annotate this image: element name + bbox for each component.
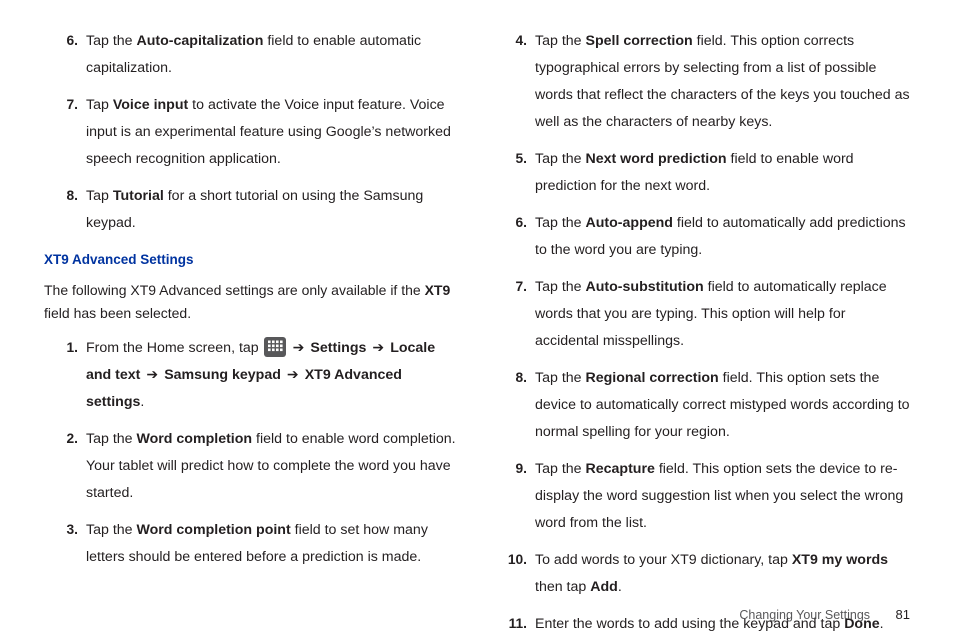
page-number: 81 [896,607,910,622]
right-column: 4. Tap the Spell correction field. This … [493,28,910,616]
term: Auto-capitalization [136,33,263,49]
term: Auto-substitution [585,279,703,295]
step-number: 4. [493,28,527,54]
list-item: 8. Tap Tutorial for a short tutorial on … [44,183,461,237]
term: Settings [310,340,366,356]
step-number: 10. [493,547,527,573]
steps-xt9: 1. From the Home screen, tap ➔ Settings … [44,335,461,571]
text: Tap the [86,522,136,538]
list-item: 9. Tap the Recapture field. This option … [493,456,910,537]
text: Tap [86,188,113,204]
list-item: 5. Tap the Next word prediction field to… [493,146,910,200]
term: Auto-append [585,215,672,231]
text: . [618,579,622,595]
step-number: 6. [493,210,527,236]
term: Add [590,579,618,595]
text: . [140,394,144,410]
text: Tap the [86,33,136,49]
term: XT9 [425,282,451,298]
left-column: 6. Tap the Auto-capitalization field to … [44,28,461,616]
text: The following XT9 Advanced settings are … [44,282,425,298]
step-number: 7. [44,92,78,118]
term: XT9 my words [792,552,888,568]
list-item: 4. Tap the Spell correction field. This … [493,28,910,136]
term: Voice input [113,97,188,113]
text: Tap the [535,279,585,295]
section-title: Changing Your Settings [739,608,870,622]
step-number: 7. [493,274,527,300]
term: Next word prediction [585,151,726,167]
page-footer: Changing Your Settings 81 [739,607,910,622]
list-item: 6. Tap the Auto-capitalization field to … [44,28,461,82]
step-number: 11. [493,611,527,637]
list-item: 6. Tap the Auto-append field to automati… [493,210,910,264]
step-number: 3. [44,517,78,543]
term: Word completion point [136,522,290,538]
step-number: 6. [44,28,78,54]
term: Samsung keypad [164,367,281,383]
arrow-icon: ➔ [293,335,305,362]
text: Tap the [535,215,585,231]
text: From the Home screen, tap [86,340,263,356]
list-item: 1. From the Home screen, tap ➔ Settings … [44,335,461,416]
list-item: 7. Tap Voice input to activate the Voice… [44,92,461,173]
term: Word completion [136,431,252,447]
text: Tap [86,97,113,113]
term: Spell correction [585,33,692,49]
text: Tap the [535,33,585,49]
steps-xt9-cont: 4. Tap the Spell correction field. This … [493,28,910,638]
text: Tap the [535,370,585,386]
step-number: 8. [44,183,78,209]
term: Tutorial [113,188,164,204]
text: Tap the [535,151,585,167]
text: To add words to your XT9 dictionary, tap [535,552,792,568]
term: Regional correction [585,370,718,386]
manual-page: 6. Tap the Auto-capitalization field to … [0,0,954,636]
text: Tap the [86,431,136,447]
steps-continued-a: 6. Tap the Auto-capitalization field to … [44,28,461,237]
arrow-icon: ➔ [146,362,158,389]
step-number: 1. [44,335,78,361]
arrow-icon: ➔ [372,335,384,362]
apps-icon [264,337,286,357]
text: then tap [535,579,590,595]
arrow-icon: ➔ [287,362,299,389]
step-number: 9. [493,456,527,482]
step-number: 8. [493,365,527,391]
list-item: 7. Tap the Auto-substitution field to au… [493,274,910,355]
intro-paragraph: The following XT9 Advanced settings are … [44,279,461,325]
term: Recapture [585,461,654,477]
list-item: 8. Tap the Regional correction field. Th… [493,365,910,446]
list-item: 3. Tap the Word completion point field t… [44,517,461,571]
subsection-heading: XT9 Advanced Settings [44,247,461,273]
step-number: 5. [493,146,527,172]
step-number: 2. [44,426,78,452]
list-item: 2. Tap the Word completion field to enab… [44,426,461,507]
text: field has been selected. [44,305,191,321]
text: Tap the [535,461,585,477]
list-item: 10. To add words to your XT9 dictionary,… [493,547,910,601]
